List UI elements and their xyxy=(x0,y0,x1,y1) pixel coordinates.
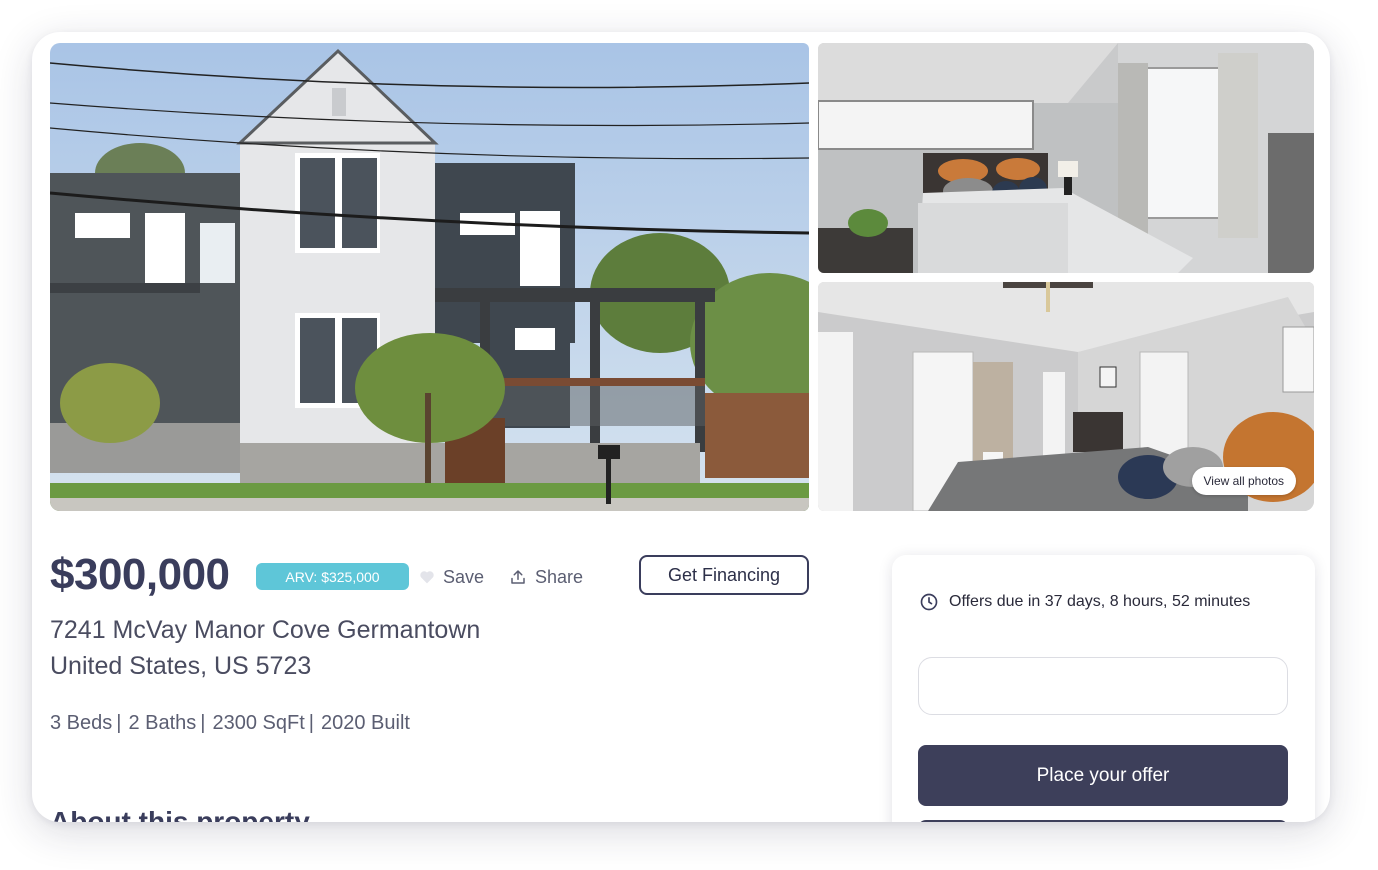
get-financing-button[interactable]: Get Financing xyxy=(639,555,809,595)
listing-price: $300,000 xyxy=(50,550,230,599)
bedroom-photo-2[interactable]: View all photos xyxy=(818,282,1314,511)
bedroom-photo-1[interactable] xyxy=(818,43,1314,273)
share-label: Share xyxy=(535,566,584,587)
offer-amount-input[interactable] xyxy=(918,657,1288,715)
property-card: View all photos $300,000 ARV: $325,000 S… xyxy=(32,32,1330,822)
spec-divider: | xyxy=(200,712,206,734)
arv-badge: ARV: $325,000 xyxy=(256,563,409,590)
about-heading: About this property xyxy=(50,806,310,822)
house-exterior-image xyxy=(50,43,809,511)
heart-icon xyxy=(420,571,434,584)
secondary-button-edge xyxy=(918,820,1288,822)
offer-panel: Offers due in 37 days, 8 hours, 52 minut… xyxy=(892,555,1315,822)
bedroom-image xyxy=(818,43,1314,273)
property-specs: 3 Beds | 2 Baths | 2300 SqFt | 2020 Built xyxy=(50,712,410,735)
save-button[interactable]: Save xyxy=(419,563,484,591)
spec-beds: 3 Beds xyxy=(50,712,113,734)
deadline-text: Offers due in 37 days, 8 hours, 52 minut… xyxy=(949,593,1251,610)
place-offer-button[interactable]: Place your offer xyxy=(918,745,1288,806)
view-all-photos-button[interactable]: View all photos xyxy=(1191,467,1296,495)
main-house-photo[interactable] xyxy=(50,43,809,511)
share-icon xyxy=(511,570,525,584)
address-line-2: United States, US 5723 xyxy=(50,652,312,680)
address-line-1: 7241 McVay Manor Cove Germantown xyxy=(50,616,481,644)
spec-baths: 2 Baths xyxy=(128,712,197,734)
spec-divider: | xyxy=(308,712,314,734)
spec-divider: | xyxy=(116,712,122,734)
offer-deadline: Offers due in 37 days, 8 hours, 52 minut… xyxy=(919,592,1250,612)
share-button[interactable]: Share xyxy=(509,563,583,591)
spec-sqft: 2300 SqFt xyxy=(212,712,305,734)
save-label: Save xyxy=(443,566,485,587)
spec-built: 2020 Built xyxy=(321,712,410,734)
clock-icon xyxy=(920,593,938,611)
